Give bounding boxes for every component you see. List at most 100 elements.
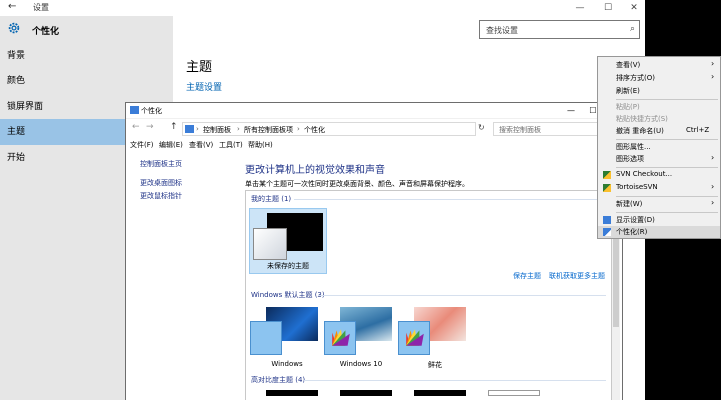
breadcrumb-separator: ›	[237, 125, 240, 133]
forward-arrow-icon[interactable]: →	[146, 122, 154, 132]
back-arrow-icon[interactable]: ←	[132, 122, 140, 132]
breadcrumb[interactable]: › 控制面板 › 所有控制面板项 › 个性化	[182, 122, 476, 136]
breadcrumb-control-panel[interactable]: 控制面板	[203, 125, 231, 135]
theme-settings-link[interactable]: 主题设置	[186, 80, 222, 93]
menu-bar: 文件(F) 编辑(E) 查看(V) 工具(T) 帮助(H)	[126, 139, 622, 153]
personalization-window-title: 个性化	[141, 107, 162, 115]
personalization-window: 个性化 — ☐ ✕ ← → ↑ › 控制面板 › 所有控制面板项 › 个性化 ↻…	[125, 102, 623, 400]
settings-section-heading: 个性化	[32, 27, 60, 37]
address-bar: ← → ↑ › 控制面板 › 所有控制面板项 › 个性化 ↻ 搜索控制面板 ⌕	[126, 119, 622, 139]
control-panel-icon	[130, 106, 139, 114]
personalization-titlebar: 个性化 — ☐ ✕	[126, 103, 622, 118]
menu-item-label: 个性化(R)	[616, 228, 648, 236]
section-divider	[304, 380, 606, 381]
unsaved-theme-label: 未保存的主题	[267, 262, 309, 270]
up-arrow-icon[interactable]: ↑	[170, 122, 178, 132]
section-windows-default-themes: Windows 默认主题 (3)	[251, 291, 325, 299]
menu-edit[interactable]: 编辑(E)	[159, 140, 183, 150]
theme-window-preview	[250, 321, 282, 355]
high-contrast-theme-preview[interactable]	[488, 390, 540, 396]
theme-label: 鲜花	[428, 361, 442, 369]
color-palette-icon	[406, 329, 424, 346]
menu-item-label: 撤消 重命名(U)	[616, 127, 664, 135]
menu-item-label: 图形属性...	[616, 143, 651, 151]
search-placeholder: 查找设置	[486, 26, 518, 35]
minimize-button[interactable]: —	[568, 0, 592, 16]
chevron-right-icon: ›	[711, 72, 715, 81]
close-button[interactable]: ✕	[622, 0, 646, 16]
save-theme-link[interactable]: 保存主题	[513, 271, 541, 281]
menu-item-label: 排序方式(O)	[616, 74, 655, 82]
menu-item-graphics-options[interactable]: 图形选项 ›	[598, 153, 720, 165]
content-heading: 更改计算机上的视觉效果和声音	[245, 165, 385, 176]
chevron-right-icon: ›	[711, 59, 715, 68]
menu-item-label: 查看(V)	[616, 61, 641, 69]
menu-separator	[616, 167, 718, 168]
menu-item-label: 图形选项	[616, 155, 644, 163]
breadcrumb-separator: ›	[297, 125, 300, 133]
minimize-button[interactable]: —	[561, 103, 581, 118]
high-contrast-theme-preview[interactable]	[414, 390, 466, 396]
menu-item-paste-shortcut[interactable]: 粘贴快捷方式(S)	[598, 113, 720, 125]
high-contrast-theme-preview[interactable]	[266, 390, 318, 396]
menu-item-shortcut: Ctrl+Z	[686, 126, 710, 134]
menu-item-display-settings[interactable]: 显示设置(D)	[598, 214, 720, 226]
change-desktop-icons-link[interactable]: 更改桌面图标	[140, 178, 182, 188]
menu-separator	[616, 99, 718, 100]
settings-titlebar: ← 设置 — ☐ ✕	[0, 0, 645, 16]
settings-search-input[interactable]: 查找设置 ⌕	[479, 20, 640, 39]
theme-windows-10[interactable]: Windows 10	[324, 307, 398, 369]
menu-item-svn-checkout[interactable]: SVN Checkout...	[598, 169, 720, 181]
menu-item-refresh[interactable]: 刷新(E)	[598, 85, 720, 97]
page-title: 主题	[186, 60, 213, 75]
chevron-right-icon: ›	[711, 182, 715, 191]
unsaved-theme-tile[interactable]: 未保存的主题	[249, 208, 327, 274]
menu-item-label: 刷新(E)	[616, 87, 640, 95]
theme-gallery: 我的主题 (1) 未保存的主题 保存主题 联机获取更多主题 Windows 默认…	[245, 190, 612, 400]
menu-item-label: 粘贴快捷方式(S)	[616, 115, 668, 123]
get-more-themes-link[interactable]: 联机获取更多主题	[549, 271, 605, 281]
menu-separator	[616, 196, 718, 197]
content-description: 单击某个主题可一次性同时更改桌面背景、颜色、声音和屏幕保护程序。	[245, 180, 469, 188]
breadcrumb-separator: ›	[196, 125, 199, 133]
menu-item-new[interactable]: 新建(W) ›	[598, 198, 720, 210]
menu-file[interactable]: 文件(F)	[130, 140, 154, 150]
maximize-button[interactable]: ☐	[596, 0, 620, 16]
task-pane: 控制面板主页 更改桌面图标 更改鼠标指针	[126, 153, 240, 400]
theme-windows[interactable]: Windows	[250, 307, 324, 369]
menu-tools[interactable]: 工具(T)	[219, 140, 243, 150]
section-high-contrast-themes: 高对比度主题 (4)	[251, 376, 306, 384]
back-arrow-icon[interactable]: ←	[8, 1, 16, 12]
menu-item-tortoisesvn[interactable]: TortoiseSVN ›	[598, 182, 720, 194]
section-my-themes: 我的主题 (1)	[251, 195, 292, 203]
refresh-icon[interactable]: ↻	[478, 123, 485, 132]
section-divider	[318, 295, 606, 296]
high-contrast-theme-preview[interactable]	[340, 390, 392, 396]
menu-item-paste[interactable]: 粘贴(P)	[598, 101, 720, 113]
search-placeholder: 搜索控制面板	[499, 126, 541, 134]
sidebar-item-background[interactable]: 背景	[0, 43, 173, 69]
menu-item-graphics-properties[interactable]: 图形属性...	[598, 141, 720, 153]
desktop-context-menu: 查看(V) › 排序方式(O) › 刷新(E) 粘贴(P) 粘贴快捷方式(S) …	[597, 56, 721, 239]
theme-flowers[interactable]: 鲜花	[398, 307, 472, 369]
change-mouse-pointers-link[interactable]: 更改鼠标指针	[140, 191, 182, 201]
breadcrumb-personalization[interactable]: 个性化	[304, 125, 325, 135]
control-panel-home-link[interactable]: 控制面板主页	[140, 159, 182, 169]
menu-item-undo-rename[interactable]: 撤消 重命名(U) Ctrl+Z	[598, 125, 720, 137]
menu-item-view[interactable]: 查看(V) ›	[598, 59, 720, 71]
menu-separator	[616, 139, 718, 140]
search-icon[interactable]: ⌕	[630, 24, 635, 34]
breadcrumb-all-items[interactable]: 所有控制面板项	[244, 125, 293, 135]
menu-view[interactable]: 查看(V)	[189, 140, 213, 150]
personalization-content: 更改计算机上的视觉效果和声音 单击某个主题可一次性同时更改桌面背景、颜色、声音和…	[240, 153, 622, 400]
theme-label: Windows 10	[339, 360, 383, 368]
sidebar-item-colors[interactable]: 颜色	[0, 68, 173, 94]
menu-item-sort-by[interactable]: 排序方式(O) ›	[598, 72, 720, 84]
menu-item-label: 显示设置(D)	[616, 216, 655, 224]
chevron-right-icon: ›	[711, 153, 715, 162]
menu-item-label: 粘贴(P)	[616, 103, 640, 111]
menu-item-personalize[interactable]: 个性化(R)	[598, 226, 720, 238]
color-palette-icon	[332, 329, 350, 346]
menu-help[interactable]: 帮助(H)	[248, 140, 273, 150]
menu-item-label: TortoiseSVN	[616, 183, 658, 191]
